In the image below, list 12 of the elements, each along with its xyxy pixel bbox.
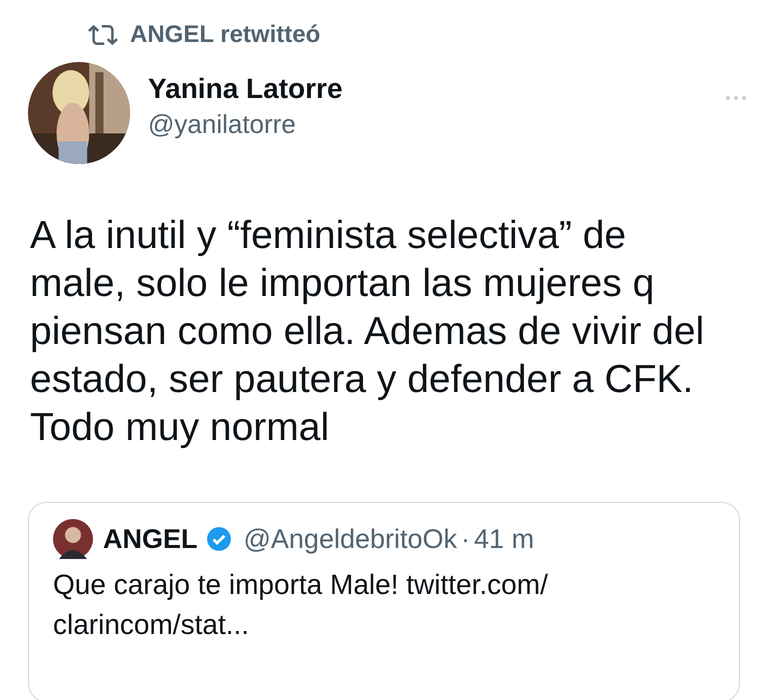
retweet-label: ANGEL retwitteó — [130, 21, 320, 49]
author-name[interactable]: Yanina Latorre — [148, 72, 724, 104]
quoted-tweet-text: Que carajo te importa Male! twitter.com/ clarincom/stat... — [53, 568, 549, 642]
timestamp[interactable]: 41 m — [474, 524, 534, 554]
quoted-tweet-card[interactable]: ANGEL @AngeldebritoOk·41 m Que carajo te importa Male! twitter.com/ clarincom/stat... — [28, 502, 740, 700]
separator-dot: · — [461, 524, 470, 554]
author-name[interactable]: ANGEL — [103, 524, 198, 554]
more-icon[interactable] — [724, 94, 748, 102]
avatar-icon — [53, 519, 93, 559]
tweet-text: A la inutil y “feminista selectiva” de male, solo le importan las mujeres q piensan como ella. Ademas de vivir del estado, ser pautera y defender a CFK. Todo muy normal — [30, 213, 706, 451]
author-handle[interactable]: @yanilatorre — [148, 108, 724, 140]
author-handle[interactable]: @AngeldebritoOk — [244, 524, 458, 554]
